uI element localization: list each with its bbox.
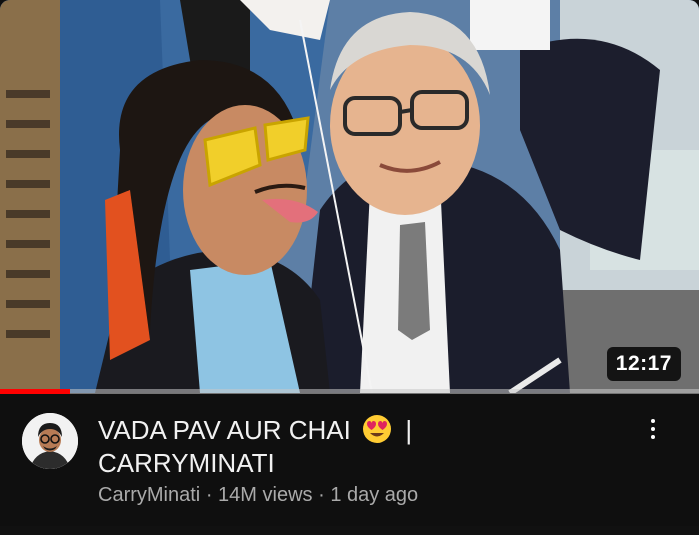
more-vert-icon [651,427,655,431]
meta-separator: · [205,484,213,506]
channel-avatar[interactable] [22,413,78,469]
meta-separator: · [318,484,325,506]
title-separator: | [405,415,413,445]
video-thumbnail[interactable]: 12:17 [0,0,699,393]
duration-badge: 12:17 [606,347,681,381]
heart-eyes-emoji-icon [363,415,392,443]
video-title[interactable]: VADA PAV AUR CHAI | CARRYMINATI [98,414,598,480]
view-count: 14M views [218,484,313,506]
thumbnail-image [0,0,699,393]
watch-progress-fill [0,389,70,394]
title-text-channel: CARRYMINATI [98,448,275,478]
more-vert-icon [651,419,655,423]
watch-progress-bar [0,389,699,394]
channel-name[interactable]: CarryMinati [98,484,200,506]
upload-age: 1 day ago [330,484,419,506]
title-text-main: VADA PAV AUR CHAI [98,415,351,445]
more-vert-icon [651,435,655,439]
video-card[interactable]: 12:17 VADA PAV AUR CHAI | CARRYMINATI Ca… [0,0,699,535]
avatar-icon [22,413,78,469]
next-item-edge [0,526,699,535]
video-metadata: CarryMinati · 14M views · 1 day ago [98,484,418,507]
more-options-button[interactable] [640,414,666,444]
